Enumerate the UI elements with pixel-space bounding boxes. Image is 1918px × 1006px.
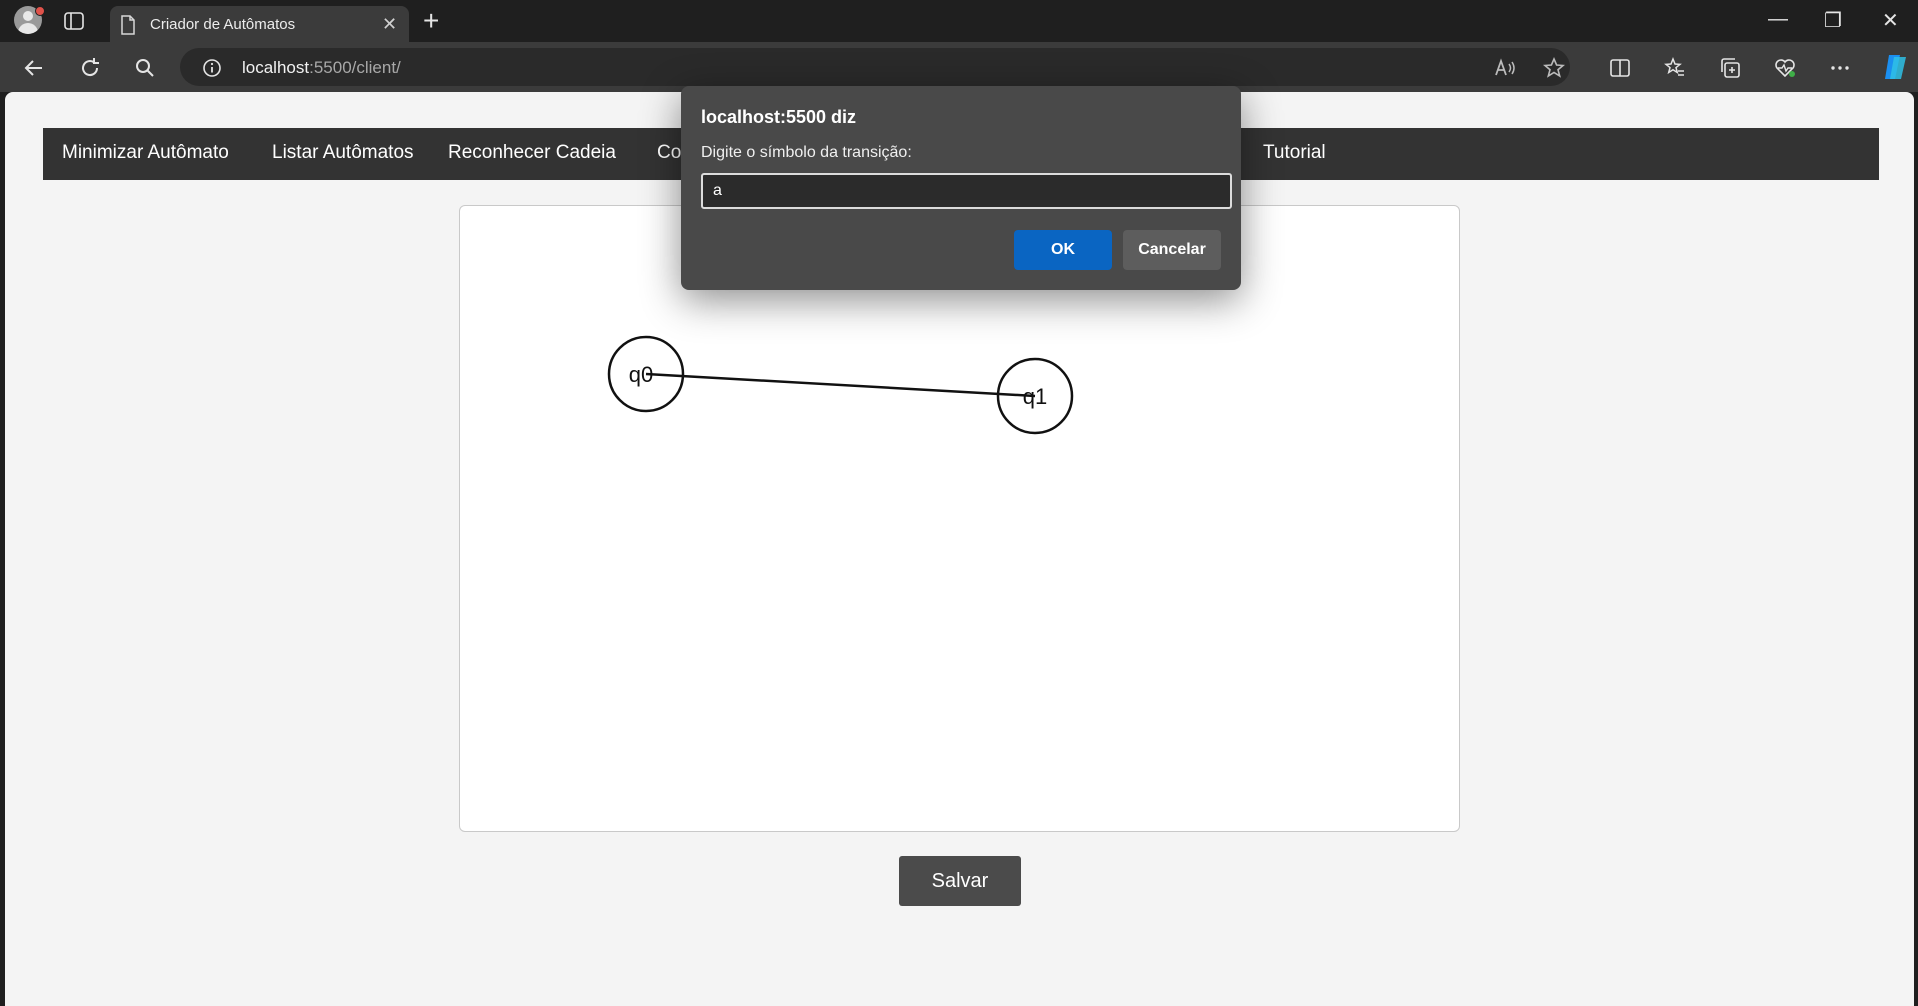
- browser-title-bar: Criador de Autômatos ✕ + — ❐ ✕: [0, 0, 1918, 42]
- copilot-icon[interactable]: [1880, 52, 1910, 82]
- ok-button[interactable]: OK: [1014, 230, 1112, 270]
- refresh-icon[interactable]: [78, 56, 102, 80]
- automaton-canvas[interactable]: q0 q1: [459, 205, 1460, 832]
- info-icon[interactable]: [202, 58, 222, 78]
- save-button[interactable]: Salvar: [899, 856, 1021, 906]
- browser-essentials-icon[interactable]: [1773, 56, 1797, 80]
- automaton-drawing[interactable]: q0 q1: [460, 206, 1459, 831]
- read-aloud-icon[interactable]: [1493, 56, 1517, 80]
- cancel-button[interactable]: Cancelar: [1123, 230, 1221, 270]
- nav-listar-automatos[interactable]: Listar Autômatos: [272, 142, 414, 164]
- search-icon[interactable]: [133, 56, 157, 80]
- split-screen-icon[interactable]: [1608, 56, 1632, 80]
- tab-actions-icon[interactable]: [64, 12, 84, 30]
- favorites-icon[interactable]: [1663, 56, 1687, 80]
- transition-symbol-input[interactable]: [701, 173, 1232, 209]
- collections-icon[interactable]: [1718, 56, 1742, 80]
- transition-line[interactable]: [645, 372, 1036, 398]
- state-q1-label: q1: [1023, 384, 1047, 409]
- more-icon[interactable]: [1828, 56, 1852, 80]
- page-icon: [121, 15, 135, 35]
- url-path: :5500/client/: [309, 58, 401, 77]
- tab-title: Criador de Autômatos: [150, 16, 296, 33]
- favorite-star-icon[interactable]: [1542, 56, 1566, 80]
- browser-toolbar: localhost:5500/client/: [0, 42, 1918, 92]
- url-host: localhost: [242, 58, 310, 77]
- nav-reconhecer-cadeia[interactable]: Reconhecer Cadeia: [448, 142, 616, 164]
- tab-close-icon[interactable]: ✕: [382, 15, 397, 33]
- prompt-dialog: localhost:5500 diz Digite o símbolo da t…: [681, 86, 1241, 290]
- state-q0-label: q0: [629, 362, 653, 387]
- url-text: localhost:5500/client/: [242, 58, 401, 78]
- back-icon[interactable]: [22, 56, 46, 80]
- close-window-icon[interactable]: ✕: [1882, 8, 1899, 33]
- nav-tutorial[interactable]: Tutorial: [1263, 142, 1326, 164]
- nav-minimizar-automato[interactable]: Minimizar Autômato: [62, 142, 229, 164]
- minimize-icon[interactable]: —: [1768, 8, 1788, 31]
- restore-icon[interactable]: ❐: [1824, 8, 1842, 33]
- dialog-message: Digite o símbolo da transição:: [701, 144, 912, 161]
- notification-dot: [35, 6, 45, 16]
- address-bar[interactable]: localhost:5500/client/: [180, 48, 1570, 86]
- new-tab-icon[interactable]: +: [423, 7, 439, 35]
- dialog-title: localhost:5500 diz: [701, 107, 857, 127]
- browser-tab[interactable]: Criador de Autômatos ✕: [110, 6, 409, 42]
